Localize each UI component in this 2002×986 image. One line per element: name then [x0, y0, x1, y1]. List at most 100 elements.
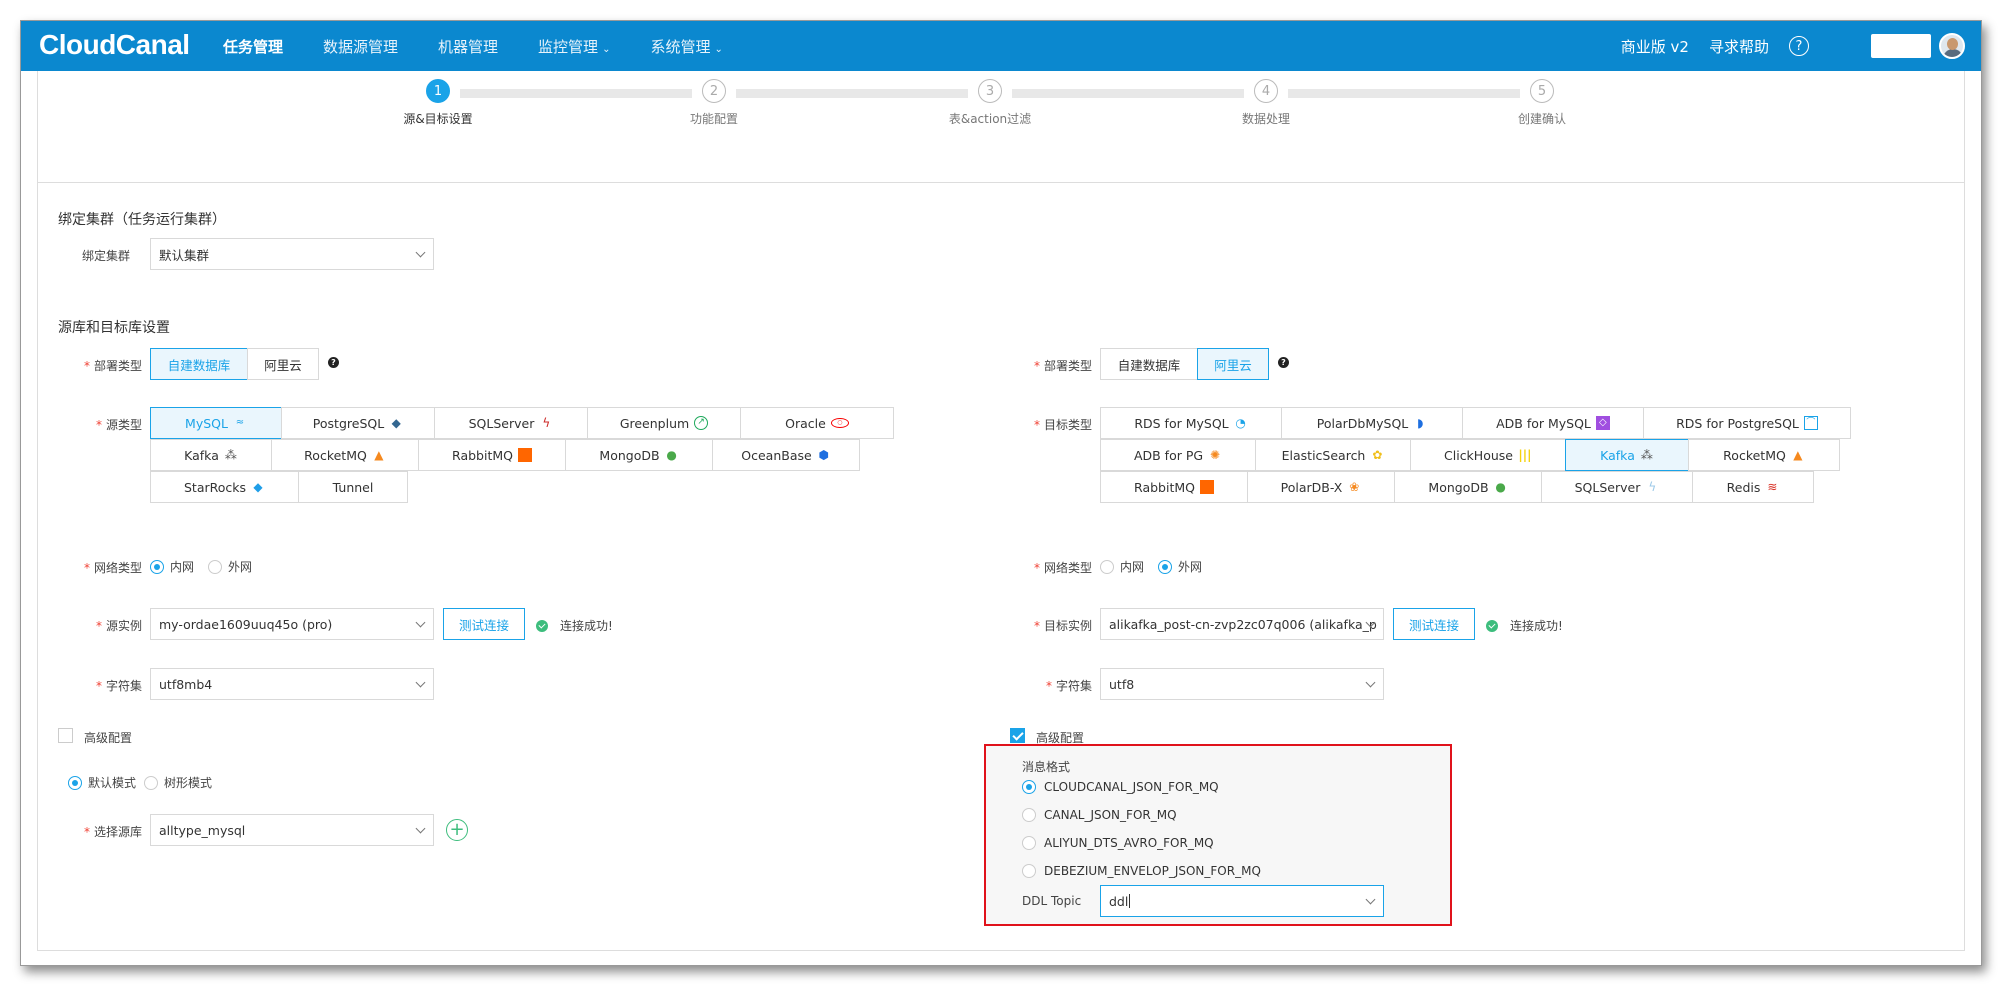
target-type-rocketmq[interactable]: RocketMQ ▲	[1688, 439, 1840, 471]
source-network-external[interactable]: 外网	[208, 558, 252, 575]
ddl-topic-label: DDL Topic	[1022, 894, 1082, 908]
nav-datasource-management[interactable]: 数据源管理	[323, 36, 398, 57]
source-type-starrocks[interactable]: StarRocks ◆	[150, 471, 299, 503]
target-test-connection-button[interactable]: 测试连接	[1393, 608, 1475, 640]
target-charset-label: * 字符集	[1045, 679, 1092, 693]
source-network-label: * 网络类型	[83, 561, 142, 575]
username-box[interactable]	[1871, 34, 1931, 58]
source-type-rabbitmq[interactable]: RabbitMQ	[418, 439, 566, 471]
target-type-adb-pg[interactable]: ADB for PG ✺	[1100, 439, 1256, 471]
cluster-select[interactable]: 默认集群	[150, 238, 434, 270]
nav-task-management[interactable]: 任务管理	[223, 36, 283, 57]
text-cursor	[1129, 894, 1131, 908]
source-mode-tree[interactable]: 树形模式	[144, 774, 212, 791]
adb-icon: ◇	[1595, 416, 1610, 430]
source-type-rocketmq[interactable]: RocketMQ ▲	[271, 439, 419, 471]
msg-format-aliyun-dts-avro[interactable]: ALIYUN_DTS_AVRO_FOR_MQ	[1022, 836, 1214, 850]
source-type-label: * 源类型	[95, 418, 142, 432]
source-type-oceanbase[interactable]: OceanBase ⬢	[712, 439, 860, 471]
msg-format-canal-json[interactable]: CANAL_JSON_FOR_MQ	[1022, 808, 1177, 822]
radio-unselected	[144, 775, 159, 790]
chevron-down-icon	[415, 247, 426, 258]
clickhouse-icon: |||	[1518, 448, 1532, 462]
step-label: 创建确认	[1517, 112, 1566, 126]
target-type-label: * 目标类型	[1033, 418, 1092, 432]
help-link[interactable]: 寻求帮助	[1709, 36, 1769, 57]
target-type-rds-postgresql[interactable]: RDS for PostgreSQL ⌒	[1643, 407, 1851, 439]
step-label: 源&目标设置	[403, 112, 473, 126]
step-5[interactable]: 5 创建确认	[1442, 79, 1642, 127]
chevron-down-icon	[415, 617, 426, 628]
target-type-polardb-mysql[interactable]: PolarDbMySQL ◗	[1281, 407, 1463, 439]
target-charset-select[interactable]: utf8	[1100, 668, 1384, 700]
oracle-icon: ○	[830, 418, 849, 428]
question-icon[interactable]: ?	[328, 357, 339, 368]
source-network-radio-group: 内网 外网	[150, 558, 266, 575]
source-advanced-checkbox[interactable]	[58, 728, 73, 743]
target-type-polardb-x[interactable]: PolarDB-X ❀	[1247, 471, 1395, 503]
app-window: CloudCanal 任务管理 数据源管理 机器管理 监控管理 ⌄ 系统管理 ⌄ 商…	[20, 20, 1982, 966]
target-type-rds-mysql[interactable]: RDS for MySQL ◔	[1100, 407, 1282, 439]
source-type-mongodb[interactable]: MongoDB ●	[565, 439, 713, 471]
source-type-oracle[interactable]: Oracle ○	[740, 407, 894, 439]
main-nav: 任务管理 数据源管理 机器管理 监控管理 ⌄ 系统管理 ⌄	[223, 21, 763, 71]
step-3[interactable]: 3 表&action过滤	[890, 79, 1090, 127]
step-4[interactable]: 4 数据处理	[1166, 79, 1366, 127]
source-type-tunnel[interactable]: Tunnel	[298, 471, 408, 503]
source-db-select[interactable]: alltype_mysql	[150, 814, 434, 846]
target-type-clickhouse[interactable]: ClickHouse |||	[1410, 439, 1566, 471]
cluster-label: 绑定集群	[81, 249, 130, 263]
mysql-icon: ≈	[235, 417, 245, 428]
source-mode-default[interactable]: 默认模式	[68, 774, 136, 791]
msg-format-cloudcanal-json[interactable]: CLOUDCANAL_JSON_FOR_MQ	[1022, 780, 1219, 794]
question-icon[interactable]: ?	[1278, 357, 1289, 368]
source-charset-select[interactable]: utf8mb4	[150, 668, 434, 700]
target-type-redis[interactable]: Redis ≋	[1692, 471, 1814, 503]
source-type-kafka[interactable]: Kafka ⁂	[150, 439, 272, 471]
source-connection-status: 连接成功!	[536, 617, 613, 634]
target-type-kafka[interactable]: Kafka ⁂	[1565, 439, 1689, 471]
source-type-greenplum[interactable]: Greenplum ↗	[587, 407, 741, 439]
target-instance-value: alikafka_post-cn-zvp2zc07q006 (alikafka_…	[1109, 616, 1377, 632]
rocketmq-icon: ▲	[1793, 448, 1803, 462]
target-type-rabbitmq[interactable]: RabbitMQ	[1100, 471, 1248, 503]
postgresql-elephant-icon: ◆	[391, 416, 401, 430]
target-instance-label: * 目标实例	[1033, 619, 1092, 633]
msg-format-debezium-envelop-json[interactable]: DEBEZIUM_ENVELOP_JSON_FOR_MQ	[1022, 864, 1261, 878]
target-network-external[interactable]: 外网	[1158, 558, 1202, 575]
source-deploy-aliyun[interactable]: 阿里云	[247, 348, 319, 380]
ddl-topic-select[interactable]: ddl	[1100, 885, 1384, 917]
source-network-internal[interactable]: 内网	[150, 558, 194, 575]
source-type-sqlserver[interactable]: SQLServer ϟ	[434, 407, 588, 439]
target-type-sqlserver[interactable]: SQLServer ϟ	[1541, 471, 1693, 503]
target-instance-select[interactable]: alikafka_post-cn-zvp2zc07q006 (alikafka_…	[1100, 608, 1384, 640]
step-label: 数据处理	[1241, 112, 1290, 126]
source-test-connection-button[interactable]: 测试连接	[443, 608, 525, 640]
target-advanced-checkbox[interactable]	[1010, 728, 1025, 743]
nav-system-management[interactable]: 系统管理 ⌄	[650, 36, 722, 57]
source-type-postgresql[interactable]: PostgreSQL ◆	[281, 407, 435, 439]
edition-label[interactable]: 商业版 v2	[1621, 36, 1689, 57]
nav-machine-management[interactable]: 机器管理	[438, 36, 498, 57]
kafka-icon: ⁂	[224, 448, 237, 462]
target-deploy-selfhosted[interactable]: 自建数据库	[1100, 348, 1198, 380]
step-1[interactable]: 1 源&目标设置	[338, 79, 538, 127]
target-deploy-aliyun[interactable]: 阿里云	[1197, 348, 1269, 380]
target-type-mongodb[interactable]: MongoDB ●	[1394, 471, 1542, 503]
nav-monitor-management[interactable]: 监控管理 ⌄	[538, 36, 610, 57]
cluster-value: 默认集群	[159, 247, 210, 263]
question-circle-icon[interactable]: ?	[1789, 36, 1809, 56]
rabbitmq-icon	[1199, 480, 1214, 494]
avatar[interactable]	[1939, 33, 1965, 59]
source-type-mysql[interactable]: MySQL ≈	[150, 407, 282, 439]
target-type-elasticsearch[interactable]: ElasticSearch ✿	[1255, 439, 1411, 471]
target-network-internal[interactable]: 内网	[1100, 558, 1144, 575]
add-circle-icon[interactable]: +	[446, 819, 468, 841]
source-advanced-label: 高级配置	[84, 731, 133, 745]
source-instance-select[interactable]: my-ordae1609uuq45o (pro)	[150, 608, 434, 640]
chevron-down-icon	[1365, 894, 1376, 905]
rabbitmq-icon	[517, 448, 532, 462]
source-deploy-selfhosted[interactable]: 自建数据库	[150, 348, 248, 380]
target-type-adb-mysql[interactable]: ADB for MySQL ◇	[1462, 407, 1644, 439]
step-2[interactable]: 2 功能配置	[614, 79, 814, 127]
